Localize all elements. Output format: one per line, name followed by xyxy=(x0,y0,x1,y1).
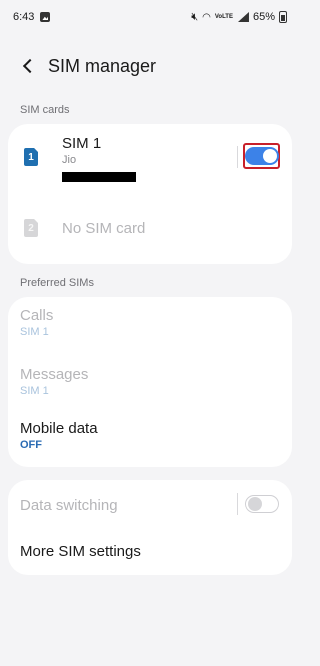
mobile-data-row[interactable]: Mobile data OFF xyxy=(8,408,292,467)
sim1-toggle[interactable] xyxy=(245,147,279,165)
sim1-number-redacted xyxy=(62,172,136,182)
sim1-toggle-knob xyxy=(263,149,277,163)
section-label-sim-cards: SIM cards xyxy=(20,104,70,116)
sim1-carrier: Jio xyxy=(62,154,77,166)
mobile-data-value: OFF xyxy=(20,439,42,451)
sim2-slot-icon: 2 xyxy=(24,219,38,237)
data-switching-toggle[interactable] xyxy=(245,495,279,513)
data-switching-toggle-knob xyxy=(247,496,262,511)
sim1-row[interactable]: 1 SIM 1 Jio xyxy=(8,124,292,194)
sim1-divider xyxy=(237,146,238,168)
messages-value: SIM 1 xyxy=(20,385,49,397)
calls-row: Calls SIM 1 xyxy=(8,297,292,350)
data-switching-label: Data switching xyxy=(20,497,118,514)
volte-icon: VoLTE xyxy=(214,14,233,20)
battery-icon xyxy=(279,11,287,23)
sim-cards-card: 1 SIM 1 Jio 2 No SIM card xyxy=(8,124,292,264)
status-bar: 6:43 🔇︎ ◠ VoLTE 65% xyxy=(0,0,300,34)
calls-value: SIM 1 xyxy=(20,326,49,338)
more-sim-settings-row[interactable]: More SIM settings xyxy=(8,528,292,575)
more-sim-card: Data switching More SIM settings xyxy=(8,480,292,575)
wifi-icon: ◠ xyxy=(202,11,211,23)
sim1-slot-icon: 1 xyxy=(24,148,38,166)
mobile-data-label: Mobile data xyxy=(20,420,98,437)
mute-icon: 🔇︎ xyxy=(191,10,199,23)
data-switching-divider xyxy=(237,493,238,515)
battery-percent: 65% xyxy=(252,11,275,23)
gallery-notification-icon xyxy=(40,12,51,22)
sim1-name: SIM 1 xyxy=(62,135,102,152)
more-sim-settings-label: More SIM settings xyxy=(20,543,141,560)
page-title: SIM manager xyxy=(48,55,157,76)
status-right: 🔇︎ ◠ VoLTE 65% xyxy=(191,11,287,24)
sim2-label: No SIM card xyxy=(62,220,146,237)
section-label-preferred: Preferred SIMs xyxy=(20,277,94,289)
messages-label: Messages xyxy=(20,366,89,383)
back-arrow-icon xyxy=(22,58,38,74)
status-time: 6:43 xyxy=(13,11,35,23)
calls-label: Calls xyxy=(20,307,54,324)
sim1-text: SIM 1 Jio xyxy=(62,135,136,182)
preferred-sims-card: Calls SIM 1 Messages SIM 1 Mobile data O… xyxy=(8,297,292,467)
back-button[interactable] xyxy=(10,48,46,84)
messages-row: Messages SIM 1 xyxy=(8,350,292,408)
data-switching-row: Data switching xyxy=(8,480,292,528)
status-left: 6:43 xyxy=(13,11,51,23)
app-header: SIM manager xyxy=(0,48,300,84)
sim2-row: 2 No SIM card xyxy=(8,194,292,264)
signal-icon xyxy=(237,12,249,22)
